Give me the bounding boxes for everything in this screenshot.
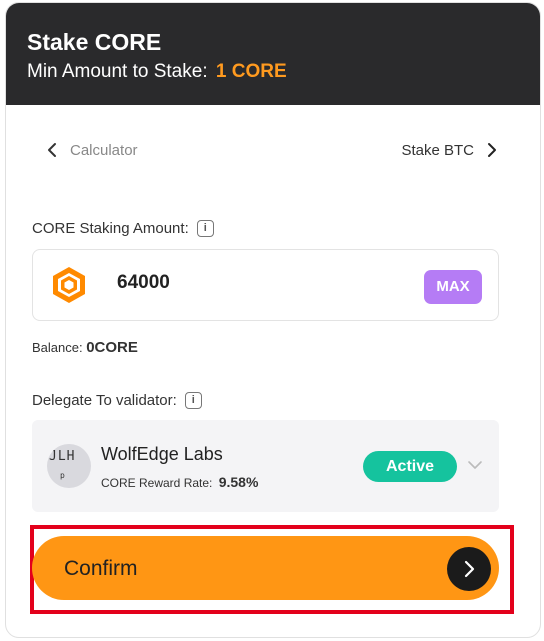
chevron-down-icon[interactable] [466, 456, 484, 474]
chevron-right-icon [488, 143, 496, 157]
min-amount-label: Min Amount to Stake: [27, 61, 208, 82]
confirm-button[interactable]: Confirm [32, 536, 499, 600]
validator-name: WolfEdge Labs [101, 444, 223, 464]
page-title: Stake CORE [27, 29, 162, 55]
min-amount-line: Min Amount to Stake: 1 CORE [27, 61, 540, 83]
reward-rate-line: CORE Reward Rate: 9.58% [101, 474, 258, 490]
arrow-right-icon [447, 547, 491, 591]
info-icon[interactable]: i [196, 220, 214, 237]
avatar-text-bottom: p [60, 471, 65, 480]
reward-rate-label: CORE Reward Rate: [101, 476, 213, 490]
reward-rate-value: 9.58% [218, 474, 259, 490]
stake-btc-link[interactable]: Stake BTC [401, 141, 500, 159]
confirm-label: Confirm [64, 557, 138, 580]
calculator-link[interactable]: Calculator [44, 141, 138, 159]
max-button[interactable]: MAX [424, 270, 482, 304]
validator-avatar: JLH p [47, 444, 91, 488]
balance-value: 0CORE [86, 339, 138, 356]
header: Stake CORE Min Amount to Stake: 1 CORE [6, 3, 540, 105]
delegate-label: Delegate To validator: [32, 392, 177, 409]
nav-row: Calculator Stake BTC [0, 141, 544, 165]
chevron-left-icon [48, 143, 56, 157]
min-amount-value: 1 CORE [215, 61, 287, 82]
delegate-label-row: Delegate To validator: i [32, 392, 202, 409]
balance-line: Balance: 0CORE [32, 339, 138, 356]
balance-label: Balance: [32, 340, 83, 355]
arrow-right-glyph [464, 560, 475, 578]
avatar-text-top: JLH [49, 449, 76, 464]
staking-amount-label-row: CORE Staking Amount: i [32, 220, 214, 237]
core-logo-icon [53, 267, 85, 303]
stake-btc-label: Stake BTC [401, 141, 474, 159]
calculator-label: Calculator [70, 141, 138, 159]
amount-input-box: MAX [32, 249, 499, 321]
staking-amount-label: CORE Staking Amount: [32, 220, 189, 237]
status-badge: Active [363, 451, 457, 482]
validator-select[interactable]: JLH p WolfEdge Labs CORE Reward Rate: 9.… [32, 420, 499, 512]
info-icon[interactable]: i [184, 392, 202, 409]
staking-amount-input[interactable] [117, 272, 367, 294]
